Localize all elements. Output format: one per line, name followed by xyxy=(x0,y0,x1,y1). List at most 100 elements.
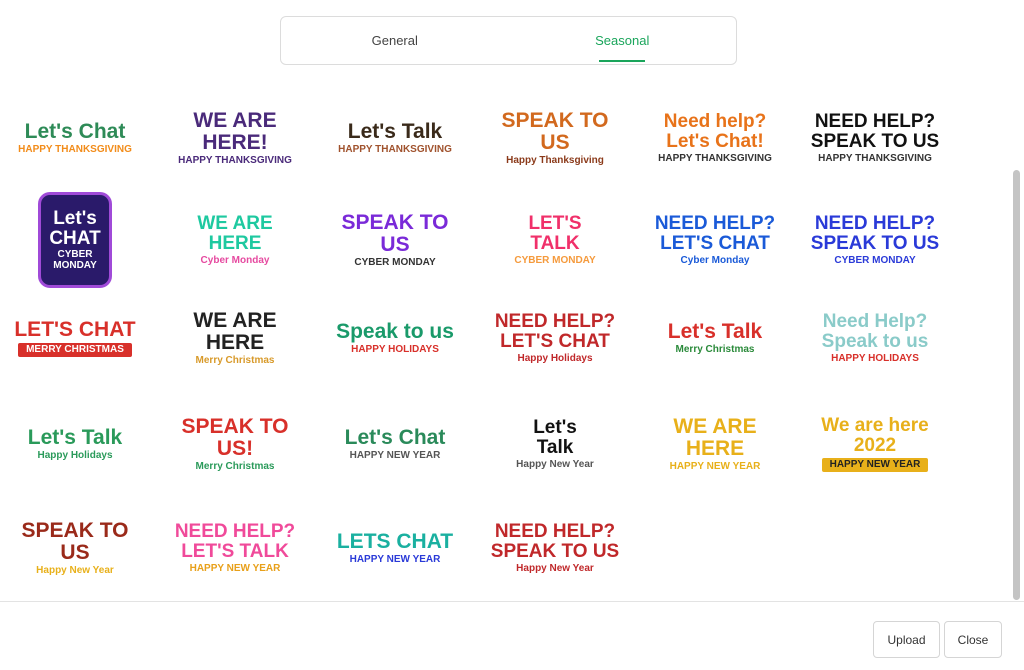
sticker-tile[interactable]: Let's Talk HAPPY THANKSGIVING xyxy=(325,92,465,184)
sticker-tile[interactable]: SPEAK TO US! Merry Christmas xyxy=(165,394,305,494)
tab-bar: General Seasonal xyxy=(280,16,737,65)
sticker-tile[interactable]: Let's Talk Merry Christmas xyxy=(645,292,785,384)
sticker-tile[interactable]: NEED HELP? LET'S TALK HAPPY NEW YEAR xyxy=(165,502,305,594)
sticker-text-3: HAPPY NEW YEAR xyxy=(349,449,441,461)
sticker-tile[interactable]: Let's Chat HAPPY NEW YEAR xyxy=(325,394,465,494)
sticker-text-3: Happy New Year xyxy=(516,562,594,574)
sticker-tile[interactable]: NEED HELP? SPEAK TO US CYBER MONDAY xyxy=(805,192,945,288)
sticker-text-3: Cyber Monday xyxy=(200,254,270,266)
sticker-tile[interactable]: Need Help? Speak to us HAPPY HOLIDAYS xyxy=(805,292,945,384)
sticker-text-3: HAPPY THANKSGIVING xyxy=(338,143,452,155)
sticker-tile[interactable]: SPEAK TO US Happy Thanksgiving xyxy=(485,92,625,184)
scrollbar[interactable] xyxy=(1013,170,1020,600)
sticker-text-1: Let's xyxy=(533,416,577,438)
footer-divider xyxy=(0,601,1024,602)
sticker-text-1: WE ARE HERE! xyxy=(193,108,277,154)
sticker-tile[interactable]: WE ARE HERE Merry Christmas xyxy=(165,292,305,384)
sticker-text-1: SPEAK TO US xyxy=(501,108,609,154)
sticker-tile[interactable]: SPEAK TO US CYBER MONDAY xyxy=(325,192,465,288)
sticker-tile[interactable]: NEED HELP? SPEAK TO US HAPPY THANKSGIVING xyxy=(805,92,945,184)
sticker-tile[interactable]: WE ARE HERE! HAPPY THANKSGIVING xyxy=(165,92,305,184)
sticker-text-3: HAPPY NEW YEAR xyxy=(189,562,281,574)
sticker-text-1: Speak to us xyxy=(336,319,454,343)
sticker-grid: Let's Chat HAPPY THANKSGIVING WE ARE HERE!… xyxy=(0,92,1010,602)
sticker-text-1: Let's Talk xyxy=(27,425,123,449)
sticker-text-3: HAPPY THANKSGIVING xyxy=(658,152,772,164)
sticker-text-3: HAPPY NEW YEAR xyxy=(821,457,929,473)
sticker-text-3: CYBER MONDAY xyxy=(354,256,436,268)
sticker-text-2: LET'S CHAT xyxy=(500,330,610,352)
sticker-text-1: LETS CHAT xyxy=(336,529,454,553)
sticker-tile[interactable]: Speak to us HAPPY HOLIDAYS xyxy=(325,292,465,384)
sticker-text-2: SPEAK TO US xyxy=(490,540,620,562)
sticker-text-2: Let's Chat! xyxy=(666,130,764,152)
sticker-tile[interactable]: LET'S TALK CYBER MONDAY xyxy=(485,192,625,288)
sticker-text-2: SPEAK TO US xyxy=(810,130,940,152)
upload-button[interactable]: Upload xyxy=(873,621,940,658)
sticker-text-3: CYBER MONDAY xyxy=(834,254,916,266)
sticker-text-2: TALK xyxy=(530,232,580,254)
sticker-text-2: LET'S CHAT xyxy=(660,232,770,254)
tab-general[interactable]: General xyxy=(281,17,509,64)
sticker-text-1: Let's Talk xyxy=(347,119,443,143)
sticker-text-1: SPEAK TO US xyxy=(21,518,129,564)
sticker-text-3: Merry Christmas xyxy=(675,343,755,355)
sticker-text-1: NEED HELP? xyxy=(174,520,296,542)
sticker-tile[interactable]: Let's Talk Happy Holidays xyxy=(5,394,145,494)
sticker-text-1: NEED HELP? xyxy=(494,520,616,542)
sticker-text-1: WE ARE HERE xyxy=(673,414,757,460)
sticker-text-1: Let's xyxy=(53,207,97,229)
sticker-text-3: Happy New Year xyxy=(516,458,594,470)
sticker-text-3: HAPPY NEW YEAR xyxy=(349,553,441,565)
sticker-tile[interactable]: We are here 2022 HAPPY NEW YEAR xyxy=(805,394,945,494)
close-button[interactable]: Close xyxy=(944,621,1002,658)
sticker-text-3: HAPPY THANKSGIVING xyxy=(178,154,292,166)
sticker-text-1: WE ARE HERE xyxy=(193,308,277,354)
sticker-text-1: NEED HELP? xyxy=(494,310,616,332)
sticker-text-1: We are here xyxy=(821,414,929,436)
sticker-text-2: 2022 xyxy=(853,434,897,456)
sticker-text-3: HAPPY HOLIDAYS xyxy=(351,343,439,355)
sticker-text-2: LET'S TALK xyxy=(181,540,289,562)
sticker-tile[interactable]: Let's CHAT CYBER MONDAY xyxy=(38,192,112,288)
sticker-text-1: Let's Talk xyxy=(667,319,763,343)
sticker-text-1: Need Help? xyxy=(822,310,928,332)
sticker-text-3: Merry Christmas xyxy=(195,354,275,366)
sticker-text-3: CYBER MONDAY xyxy=(514,254,596,266)
sticker-text-3: Merry Christmas xyxy=(195,460,275,472)
sticker-text-2: HERE xyxy=(208,232,262,254)
sticker-text-1: NEED HELP? xyxy=(814,212,936,234)
sticker-text-1: WE ARE xyxy=(197,212,273,234)
sticker-tile[interactable]: Need help? Let's Chat! HAPPY THANKSGIVING xyxy=(645,92,785,184)
sticker-text-1: Need help? xyxy=(663,110,767,132)
sticker-text-3: Happy New Year xyxy=(36,564,114,576)
sticker-text-3: HAPPY THANKSGIVING xyxy=(18,143,132,155)
sticker-tile[interactable]: NEED HELP? LET'S CHAT Happy Holidays xyxy=(485,292,625,384)
sticker-text-2: CHAT xyxy=(49,227,101,249)
sticker-text-3: HAPPY THANKSGIVING xyxy=(818,152,932,164)
sticker-text-1: Let's Chat xyxy=(344,425,446,449)
tab-seasonal[interactable]: Seasonal xyxy=(509,17,737,64)
sticker-text-1: SPEAK TO US xyxy=(341,210,449,256)
sticker-text-2: Speak to us xyxy=(821,330,929,352)
sticker-text-1: NEED HELP? xyxy=(654,212,776,234)
sticker-tile[interactable]: WE ARE HERE Cyber Monday xyxy=(165,192,305,288)
sticker-text-3: Happy Holidays xyxy=(517,352,593,364)
sticker-tile[interactable]: LET'S CHAT MERRY CHRISTMAS xyxy=(5,292,145,384)
sticker-tile[interactable]: NEED HELP? LET'S CHAT Cyber Monday xyxy=(645,192,785,288)
sticker-text-3: CYBER MONDAY xyxy=(53,249,97,271)
sticker-tile[interactable]: NEED HELP? SPEAK TO US Happy New Year xyxy=(485,502,625,594)
sticker-text-1: SPEAK TO US! xyxy=(181,414,289,460)
sticker-tile[interactable]: Let's Chat HAPPY THANKSGIVING xyxy=(5,92,145,184)
sticker-text-3: Happy Holidays xyxy=(37,449,113,461)
sticker-text-1: LET'S CHAT xyxy=(14,317,136,341)
sticker-tile[interactable]: LETS CHAT HAPPY NEW YEAR xyxy=(325,502,465,594)
sticker-tile[interactable]: SPEAK TO US Happy New Year xyxy=(5,502,145,594)
sticker-text-1: LET'S xyxy=(528,212,582,234)
sticker-tile[interactable]: WE ARE HERE HAPPY NEW YEAR xyxy=(645,394,785,494)
sticker-tile[interactable]: Let's Talk Happy New Year xyxy=(485,394,625,494)
sticker-text-2: Talk xyxy=(536,436,574,458)
sticker-text-3: Cyber Monday xyxy=(680,254,750,266)
sticker-text-1: NEED HELP? xyxy=(814,110,936,132)
sticker-text-2: SPEAK TO US xyxy=(810,232,940,254)
